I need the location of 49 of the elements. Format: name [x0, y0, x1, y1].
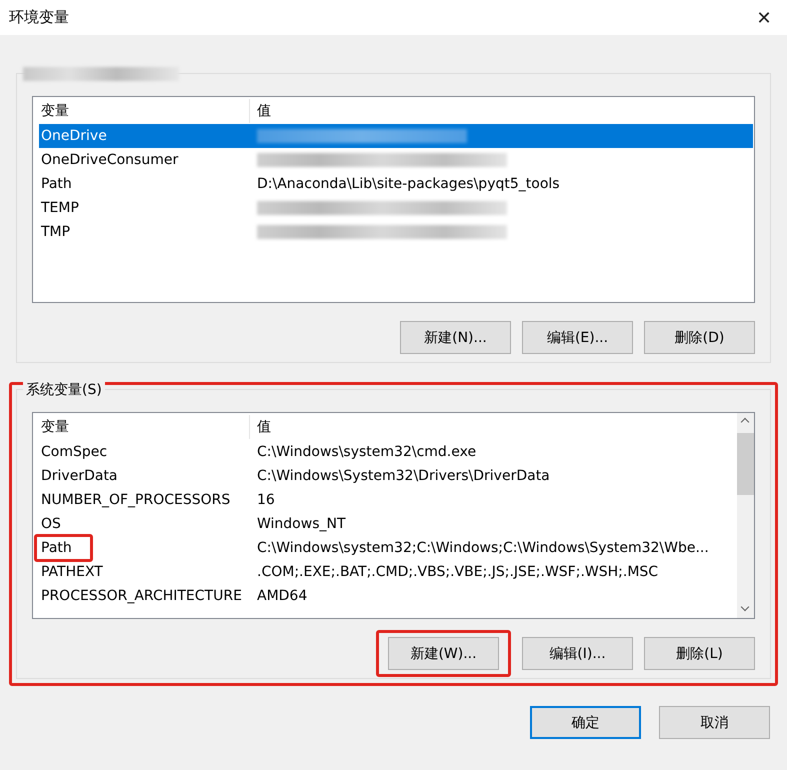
variable-name: PROCESSOR_ARCHITECTURE: [41, 588, 242, 604]
ok-button[interactable]: 确定: [530, 706, 641, 739]
list-row[interactable]: OneDriveConsumer: [39, 148, 753, 172]
list-row[interactable]: ComSpec C:\Windows\system32\cmd.exe: [39, 440, 736, 464]
variable-name: Path: [41, 176, 72, 192]
variable-value: AMD64: [257, 588, 308, 604]
column-header[interactable]: 变量: [39, 99, 249, 123]
variable-value: D:\Anaconda\Lib\site-packages\pyqt5_tools: [257, 176, 560, 192]
list-row[interactable]: PROCESSOR_ARCHITECTURE AMD64: [39, 584, 736, 608]
column-header[interactable]: 值: [249, 415, 736, 439]
list-row[interactable]: TEMP: [39, 196, 753, 220]
list-row[interactable]: OneDrive: [39, 124, 753, 148]
variable-name: ComSpec: [41, 444, 108, 460]
variable-name: OneDriveConsumer: [41, 152, 178, 168]
dialog-button[interactable]: 删除(L): [644, 637, 755, 670]
variable-value: C:\Windows\system32\cmd.exe: [257, 444, 476, 460]
dialog-button[interactable]: 编辑(I)...: [522, 637, 633, 670]
cancel-button[interactable]: 取消: [659, 706, 770, 739]
variable-name: TMP: [41, 224, 70, 240]
list-row[interactable]: TMP: [39, 220, 753, 244]
column-header[interactable]: 变量: [39, 415, 249, 439]
variable-value: .COM;.EXE;.BAT;.CMD;.VBS;.VBE;.JS;.JSE;.WSF;.WSH;.MSC: [257, 564, 658, 580]
variable-name: NUMBER_OF_PROCESSORS: [41, 492, 230, 508]
scrollbar-thumb[interactable]: [737, 433, 754, 495]
variable-name: OS: [41, 516, 61, 532]
variable-name: TEMP: [41, 200, 79, 216]
list-row[interactable]: NUMBER_OF_PROCESSORS 16: [39, 488, 736, 512]
variable-name: OneDrive: [41, 128, 107, 144]
list-row[interactable]: PATHEXT .COM;.EXE;.BAT;.CMD;.VBS;.VBE;.JS;.JSE;.WSF;.WSH;.MSC: [39, 560, 736, 584]
variable-value: Windows_NT: [257, 516, 346, 532]
list-row[interactable]: Path C:\Windows\system32;C:\Windows;C:\Windows\System32\Wbe...: [39, 536, 736, 560]
list-row[interactable]: DriverData C:\Windows\System32\Drivers\DriverData: [39, 464, 736, 488]
list-row[interactable]: OS Windows_NT: [39, 512, 736, 536]
variable-value: C:\Windows\system32;C:\Windows;C:\Windows\System32\Wbe...: [257, 540, 709, 556]
variable-name: PATHEXT: [41, 564, 103, 580]
variable-value: 16: [257, 492, 275, 508]
dialog-button[interactable]: 删除(D): [644, 321, 755, 354]
scrollbar[interactable]: [737, 413, 754, 618]
variable-name: DriverData: [41, 468, 118, 484]
variable-name: Path: [41, 540, 72, 556]
column-header[interactable]: 值: [249, 99, 753, 123]
variable-value: C:\Windows\System32\Drivers\DriverData: [257, 468, 550, 484]
dialog-button[interactable]: 新建(N)...: [400, 321, 511, 354]
close-button[interactable]: ✕: [741, 0, 787, 35]
group-label: 系统变量(S): [23, 381, 105, 399]
dialog-button[interactable]: 编辑(E)...: [522, 321, 633, 354]
window-title: 环境变量: [9, 8, 69, 27]
list-row[interactable]: Path D:\Anaconda\Lib\site-packages\pyqt5_tools: [39, 172, 753, 196]
dialog-button[interactable]: 新建(W)...: [388, 637, 499, 670]
